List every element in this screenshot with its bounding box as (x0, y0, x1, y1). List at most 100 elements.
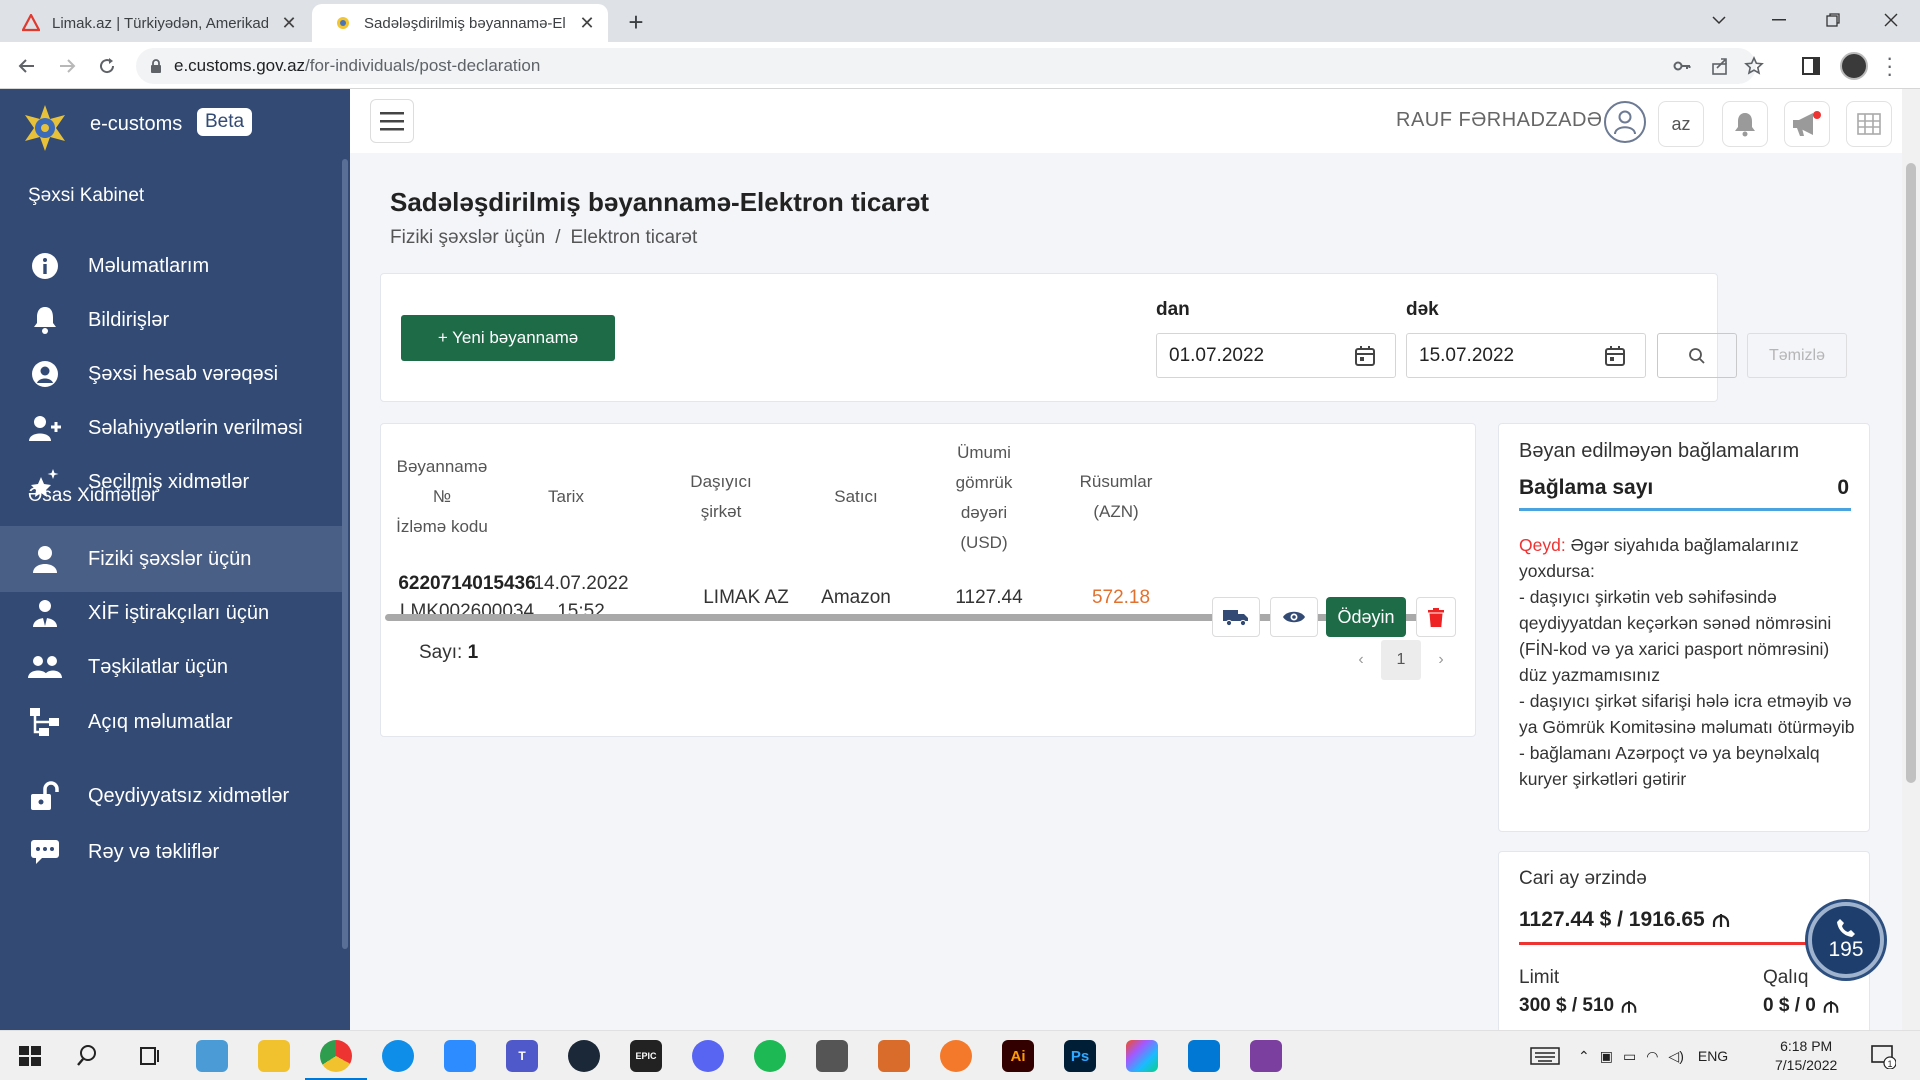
this-pc-icon[interactable] (196, 1040, 228, 1072)
note-line: - daşıyıcı şirkətin veb səhifəsində qeyd… (1519, 587, 1832, 685)
package-count-value: 0 (1837, 476, 1849, 499)
column-header-seller[interactable]: Satıcı (821, 482, 891, 512)
epic-games-icon[interactable]: EPIC (630, 1040, 662, 1072)
tracking-truck-button[interactable] (1212, 597, 1260, 637)
remaining-label: Qalıq (1763, 967, 1809, 988)
sidebar-item-feedback[interactable]: Rəy və təkliflər (0, 819, 346, 885)
zoom-icon[interactable] (444, 1040, 476, 1072)
bookmark-star-icon[interactable] (1744, 56, 1764, 76)
page-number[interactable]: 1 (1381, 640, 1421, 680)
new-tab-button[interactable]: + (622, 7, 650, 37)
teams-icon[interactable]: T (506, 1040, 538, 1072)
teamviewer-icon[interactable] (382, 1040, 414, 1072)
photoshop-icon[interactable]: Ps (1064, 1040, 1096, 1072)
new-declaration-button[interactable]: + Yeni bəyannamə (401, 315, 615, 361)
input-language[interactable]: ENG (1698, 1048, 1728, 1064)
limit-value: 300 $ / 510 (1519, 995, 1638, 1017)
notifications-bell-icon[interactable] (1722, 101, 1768, 147)
notification-center-icon[interactable]: 1 (1870, 1043, 1896, 1069)
menu-toggle-button[interactable] (370, 99, 414, 143)
to-date-input[interactable]: 15.07.2022 (1406, 333, 1646, 378)
steam-icon[interactable] (568, 1040, 600, 1072)
column-header-customs-value[interactable]: Ümumi gömrük dəyəri (USD) (939, 438, 1029, 558)
from-date-input[interactable]: 01.07.2022 (1156, 333, 1396, 378)
tab-customs[interactable]: Sadələşdirilmiş bəyannamə-Elektron ✕ (312, 4, 608, 42)
share-icon[interactable] (1710, 56, 1730, 76)
defender-icon[interactable]: ▣ (1600, 1048, 1613, 1065)
users-icon (28, 650, 62, 684)
user-name[interactable]: RAUF FƏRHADZADƏ (1396, 109, 1602, 132)
show-hidden-icons[interactable]: ⌃ (1578, 1048, 1590, 1065)
header-line: İzləmə kodu (396, 517, 488, 536)
language-button[interactable]: az (1658, 101, 1704, 147)
tab-search-icon[interactable] (1696, 0, 1742, 40)
column-header-date[interactable]: Tarix (531, 482, 601, 512)
sidepanel-icon[interactable] (1798, 53, 1824, 79)
delete-button[interactable] (1416, 597, 1456, 637)
tab-title: Sadələşdirilmiş bəyannamə-Elektron (364, 14, 566, 32)
announcements-megaphone-icon[interactable] (1784, 101, 1830, 147)
column-header-carrier[interactable]: Daşıyıcı şirkət (681, 467, 761, 527)
user-avatar-icon[interactable] (1604, 101, 1646, 143)
key-icon[interactable] (1672, 56, 1692, 76)
volume-icon[interactable]: ◁) (1668, 1048, 1683, 1065)
sidebar-item-open-data[interactable]: Açıq məlumatlar (0, 689, 346, 755)
page-scrollbar[interactable] (1902, 89, 1920, 1030)
battery-icon[interactable]: ▭ (1623, 1048, 1636, 1065)
windows-start-icon[interactable] (14, 1040, 46, 1072)
task-view-icon[interactable] (134, 1040, 166, 1072)
scrollbar-thumb[interactable] (1906, 163, 1916, 783)
profile-avatar[interactable] (1840, 52, 1868, 80)
search-button[interactable] (1657, 333, 1737, 378)
pay-button[interactable]: Ödəyin (1326, 597, 1406, 637)
column-header-declaration[interactable]: Bəyannamə № İzləmə kodu (387, 452, 497, 542)
unity-icon[interactable] (816, 1040, 848, 1072)
back-button[interactable] (12, 51, 42, 81)
close-window-button[interactable] (1868, 0, 1914, 40)
chrome-icon[interactable] (320, 1040, 352, 1072)
prev-page-icon[interactable]: ‹ (1341, 640, 1381, 680)
clock-time: 6:18 PM (1780, 1038, 1833, 1054)
view-button[interactable] (1270, 597, 1318, 637)
tab-limak[interactable]: Limak.az | Türkiyədən, Amerikadan ✕ (0, 4, 310, 42)
discord-icon[interactable] (692, 1040, 724, 1072)
spotify-icon[interactable] (754, 1040, 786, 1072)
wifi-icon[interactable]: ◠ (1646, 1048, 1658, 1065)
figma-icon[interactable] (1126, 1040, 1158, 1072)
breadcrumb-link[interactable]: Fiziki şəxslər üçün (390, 227, 545, 248)
keyboard-icon[interactable] (1530, 1047, 1560, 1065)
calendar-icon[interactable] (1353, 344, 1377, 368)
minimize-button[interactable] (1756, 0, 1802, 40)
forward-button[interactable] (52, 51, 82, 81)
sidebar-item-label: Bildirişlər (88, 308, 170, 331)
visual-studio-icon[interactable] (1250, 1040, 1282, 1072)
call-center-button[interactable]: 195 (1808, 902, 1884, 978)
calendar-icon[interactable] (1603, 344, 1627, 368)
header-line: Bəyannamə (396, 457, 488, 476)
next-page-icon[interactable]: › (1421, 640, 1461, 680)
restore-button[interactable] (1810, 0, 1856, 40)
office-icon[interactable] (878, 1040, 910, 1072)
time-value: 15:52 (557, 601, 605, 622)
close-tab-icon[interactable]: ✕ (576, 12, 598, 34)
column-header-duties[interactable]: Rüsumlar (AZN) (1066, 467, 1166, 527)
apps-grid-icon[interactable] (1846, 101, 1892, 147)
user-plus-icon (28, 411, 62, 445)
clear-button[interactable]: Təmizlə (1747, 333, 1847, 378)
blender-icon[interactable] (940, 1040, 972, 1072)
reload-button[interactable] (92, 51, 122, 81)
illustrator-icon[interactable]: Ai (1002, 1040, 1034, 1072)
eye-icon (1283, 611, 1305, 623)
file-explorer-icon[interactable] (258, 1040, 290, 1072)
customs-emblem-icon[interactable] (20, 103, 70, 153)
sidebar-scrollbar[interactable] (342, 159, 348, 949)
url-bar[interactable]: e.customs.gov.az/for-individuals/post-de… (136, 48, 1764, 84)
seller-cell: Amazon (821, 587, 891, 608)
close-tab-icon[interactable]: ✕ (278, 12, 300, 34)
menu-kebab-icon[interactable]: · · · (1886, 47, 1893, 85)
brand-name[interactable]: e-customs (90, 113, 182, 136)
search-icon[interactable] (74, 1040, 106, 1072)
system-clock[interactable]: 6:18 PM 7/15/2022 (1775, 1037, 1837, 1075)
vscode-icon[interactable] (1188, 1040, 1220, 1072)
to-date-label: dək (1406, 299, 1439, 320)
